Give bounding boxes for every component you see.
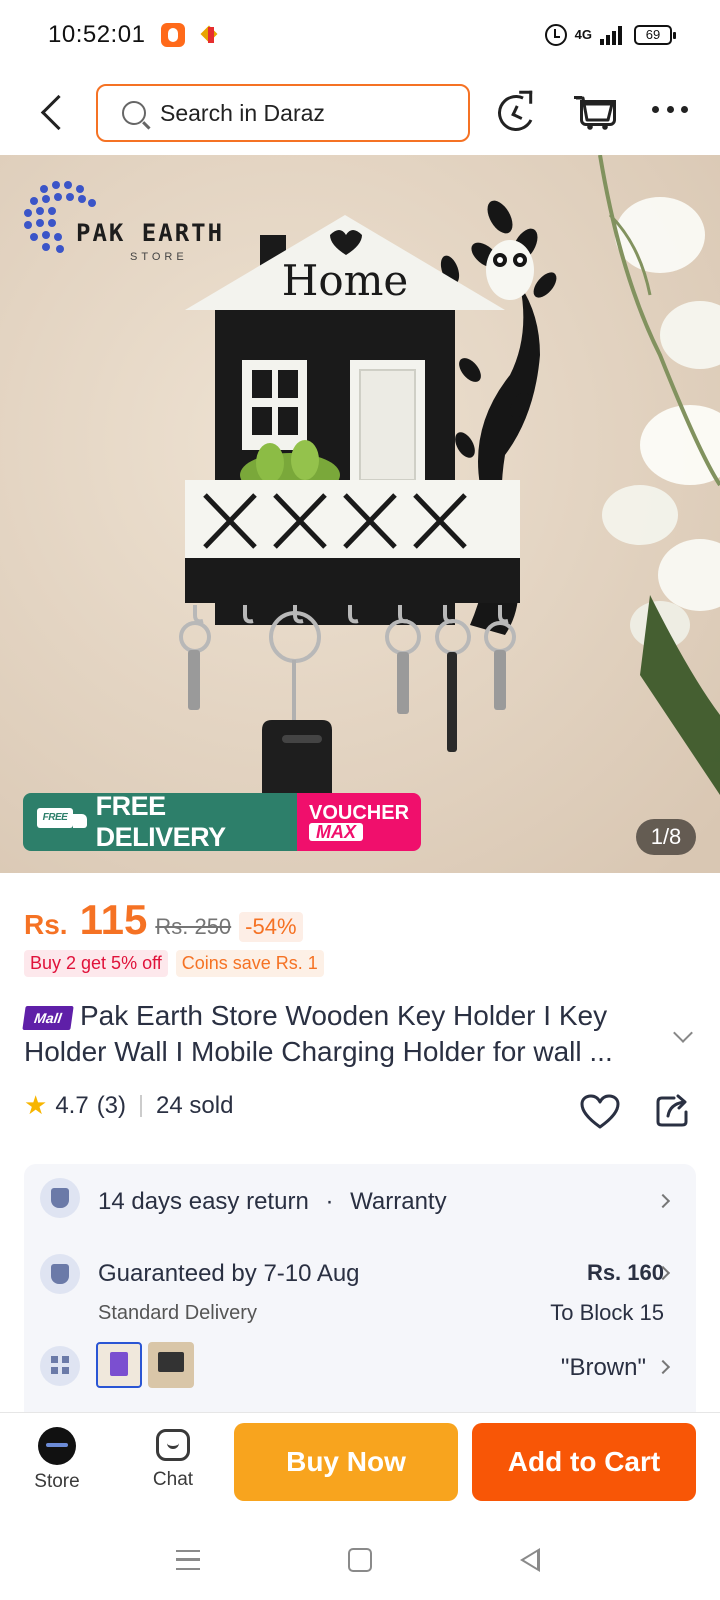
search-input[interactable]: Search in Daraz	[96, 84, 470, 142]
variant-thumbnail-selected[interactable]	[96, 1342, 142, 1388]
product-title[interactable]: Mall Pak Earth Store Wooden Key Holder I …	[22, 998, 664, 1070]
system-navigation-bar	[0, 1520, 720, 1600]
delivery-location: To Block 15	[550, 1300, 664, 1325]
status-indicators: 4G 69	[544, 24, 676, 46]
share-icon[interactable]	[654, 1092, 690, 1128]
status-bar: 10:52:01 4G 69	[0, 0, 720, 70]
selected-variant: "Brown"	[560, 1354, 646, 1381]
star-icon: ★	[24, 1090, 48, 1120]
store-logo: PAK EARTH STORE	[14, 169, 244, 263]
promo-tag-bundle[interactable]: Buy 2 get 5% off	[24, 950, 168, 977]
alarm-icon	[544, 24, 567, 46]
service-info-card: 14 days easy return · Warranty Guarantee…	[24, 1164, 696, 1424]
chat-button[interactable]: Chat	[128, 1427, 218, 1491]
network-type: 4G	[574, 27, 592, 42]
store-label: Store	[34, 1471, 80, 1492]
voucher-label: VOUCHER	[309, 802, 410, 824]
rating-row[interactable]: ★ 4.7 (3) 24 sold	[24, 1090, 233, 1121]
rating-divider	[140, 1094, 143, 1117]
product-image-gallery[interactable]: Home PAK EARTH STORE FREE FREE DELIVERY …	[0, 155, 720, 873]
delivery-truck-icon	[37, 806, 88, 838]
store-logo-sub: STORE	[130, 251, 188, 263]
signal-icon	[600, 25, 622, 45]
review-count: (3)	[96, 1091, 127, 1119]
variant-thumbnail[interactable]	[148, 1342, 194, 1388]
price-currency: Rs.	[24, 909, 68, 940]
original-price: Rs. 250	[155, 914, 232, 939]
product-photo: Home	[0, 155, 720, 873]
back-triangle-icon[interactable]	[520, 1548, 540, 1572]
recent-apps-icon[interactable]	[176, 1550, 200, 1570]
discount-badge: -54%	[239, 912, 303, 942]
return-warranty-text: 14 days easy return · Warranty	[98, 1188, 447, 1216]
sign-text: Home	[282, 256, 409, 305]
chevron-right-icon	[655, 1193, 671, 1209]
image-counter: 1/8	[636, 819, 696, 855]
add-to-cart-button[interactable]: Add to Cart	[472, 1423, 696, 1501]
variant-row[interactable]: "Brown"	[24, 1324, 696, 1394]
delivery-row[interactable]: Guaranteed by 7-10 Aug Standard Delivery…	[24, 1234, 696, 1325]
chevron-down-icon[interactable]	[673, 1023, 693, 1043]
status-time: 10:52:01	[48, 21, 146, 48]
buy-now-button[interactable]: Buy Now	[234, 1423, 458, 1501]
chevron-right-icon	[655, 1359, 671, 1375]
return-label: 14 days easy return	[98, 1188, 309, 1215]
voucher-max-badge: VOUCHER MAX	[297, 793, 421, 851]
voucher-max-label: MAX	[309, 823, 363, 841]
top-header: Search in Daraz	[0, 78, 720, 148]
free-delivery-label: FREE DELIVERY	[95, 793, 227, 851]
promotion-tags: Buy 2 get 5% off Coins save Rs. 1	[24, 950, 324, 977]
sold-count: 24 sold	[156, 1091, 234, 1119]
free-delivery-badge: FREE DELIVERY	[23, 793, 297, 851]
rating-value: 4.7	[55, 1091, 89, 1119]
search-icon	[122, 101, 146, 125]
refresh-share-icon[interactable]	[492, 89, 540, 137]
cart-icon[interactable]	[574, 94, 616, 130]
delivery-type: Standard Delivery	[98, 1302, 257, 1324]
more-options-icon[interactable]	[652, 106, 688, 116]
store-button[interactable]: Store	[12, 1427, 102, 1493]
promo-banner: FREE DELIVERY VOUCHER MAX	[23, 793, 421, 851]
mall-badge: Mall	[22, 1006, 74, 1030]
variants-grid-icon	[40, 1346, 80, 1386]
delivery-guarantee: Guaranteed by 7-10 Aug	[98, 1260, 360, 1287]
home-icon[interactable]	[348, 1548, 372, 1572]
service-separator: ·	[325, 1188, 334, 1215]
delivery-package-icon	[40, 1254, 80, 1294]
product-title-text: Pak Earth Store Wooden Key Holder I Key …	[24, 1000, 613, 1067]
chat-icon	[156, 1429, 190, 1461]
wishlist-heart-icon[interactable]	[580, 1094, 620, 1130]
battery-icon: 69	[634, 25, 676, 45]
chat-label: Chat	[152, 1469, 194, 1490]
store-avatar-icon	[38, 1427, 76, 1465]
delivery-fee: Rs. 160	[586, 1260, 664, 1285]
notification-game-icon	[199, 24, 221, 46]
promo-tag-coins[interactable]: Coins save Rs. 1	[175, 950, 324, 977]
shield-check-icon	[40, 1178, 80, 1218]
current-price: 115	[79, 896, 148, 943]
return-warranty-row[interactable]: 14 days easy return · Warranty	[24, 1164, 696, 1224]
bottom-action-bar: Store Chat Buy Now Add to Cart	[0, 1412, 720, 1520]
price-row: Rs. 115 Rs. 250 -54%	[24, 896, 303, 944]
back-button[interactable]	[36, 92, 72, 132]
notification-app-icon	[161, 23, 186, 47]
store-logo-name: PAK EARTH	[76, 219, 225, 247]
search-placeholder: Search in Daraz	[160, 99, 325, 126]
warranty-label: Warranty	[350, 1188, 447, 1215]
